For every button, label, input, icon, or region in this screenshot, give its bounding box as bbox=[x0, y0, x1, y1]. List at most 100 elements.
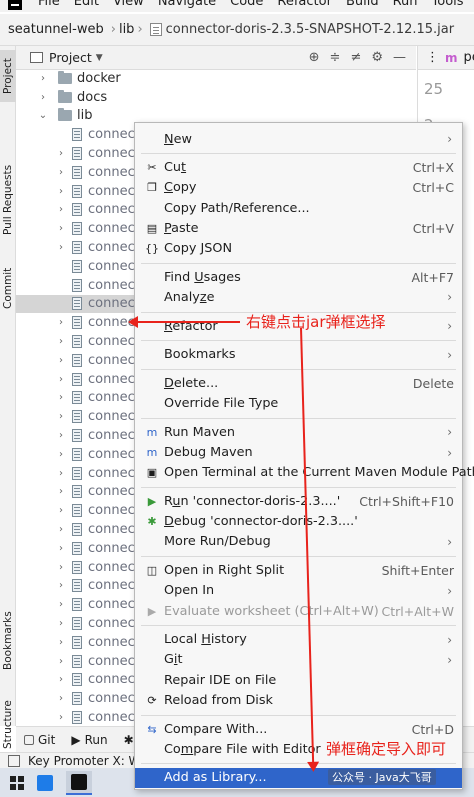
editor-tab[interactable]: ⋮ m pe bbox=[418, 46, 474, 70]
chevron-right-icon[interactable]: › bbox=[56, 618, 66, 629]
menu-item-open-terminal[interactable]: ▣ Open Terminal at the Current Maven Modu… bbox=[135, 463, 474, 483]
menu-item-analyze[interactable]: Analyze › bbox=[135, 287, 462, 307]
breadcrumb-folder[interactable]: lib bbox=[119, 22, 134, 37]
tree-label: connec bbox=[88, 578, 135, 594]
menu-item-open-in[interactable]: Open In › bbox=[135, 581, 462, 601]
menu-build[interactable]: Build bbox=[346, 0, 379, 9]
windows-start-icon[interactable] bbox=[10, 775, 24, 790]
chevron-right-icon[interactable]: › bbox=[56, 712, 66, 723]
taskbar-intellij-button[interactable] bbox=[66, 770, 92, 795]
menu-edit[interactable]: Edit bbox=[74, 0, 99, 9]
main-menu: File Edit View Navigate Code Refactor Build Run… bbox=[38, 0, 474, 9]
feishu-icon bbox=[37, 774, 53, 791]
chevron-right-icon[interactable]: › bbox=[56, 656, 66, 667]
chevron-right-icon[interactable]: › bbox=[56, 449, 66, 460]
menu-item-run-maven[interactable]: m Run Maven › bbox=[135, 422, 462, 442]
chevron-right-icon[interactable]: › bbox=[56, 242, 66, 253]
chevron-right-icon[interactable]: › bbox=[56, 524, 66, 535]
menu-item-debug[interactable]: ✱ Debug 'connector-doris-2.3....' bbox=[135, 512, 462, 532]
menu-tools[interactable]: Tools bbox=[432, 0, 464, 9]
gear-icon[interactable]: ⚙ bbox=[371, 50, 383, 65]
tree-label: connec bbox=[88, 559, 135, 575]
chevron-right-icon[interactable]: › bbox=[56, 637, 66, 648]
menu-item-compare-with[interactable]: ⇆ Compare With... Ctrl+D bbox=[135, 719, 462, 739]
chevron-right-icon[interactable]: › bbox=[56, 505, 66, 516]
menu-item-debug-maven[interactable]: m Debug Maven › bbox=[135, 443, 462, 463]
menu-item-copy-json[interactable]: {} Copy JSON bbox=[135, 239, 462, 259]
tool-window-structure[interactable]: Structure bbox=[0, 696, 16, 754]
chevron-right-icon[interactable]: › bbox=[56, 355, 66, 366]
menu-code[interactable]: Code bbox=[230, 0, 263, 9]
chevron-right-icon[interactable]: › bbox=[56, 411, 66, 422]
chevron-right-icon[interactable]: › bbox=[56, 148, 66, 159]
menu-item-find-usages[interactable]: Find Usages Alt+F7 bbox=[135, 267, 462, 287]
collapse-all-icon[interactable]: ≠ bbox=[350, 50, 361, 65]
chevron-right-icon[interactable]: › bbox=[56, 186, 66, 197]
menu-refactor[interactable]: Refactor bbox=[277, 0, 332, 9]
chevron-right-icon[interactable]: › bbox=[56, 468, 66, 479]
chevron-right-icon[interactable]: › bbox=[56, 374, 66, 385]
menu-separator bbox=[141, 340, 456, 342]
tree-folder-docker[interactable]: › docker bbox=[16, 70, 416, 88]
chevron-right-icon[interactable]: › bbox=[56, 693, 66, 704]
menu-item-copy-path[interactable]: Copy Path/Reference... bbox=[135, 198, 462, 218]
menu-item-local-history[interactable]: Local History › bbox=[135, 630, 462, 650]
menu-item-open-right-split[interactable]: ◫ Open in Right Split Shift+Enter bbox=[135, 561, 462, 581]
taskbar-app-button[interactable] bbox=[32, 771, 58, 795]
chevron-right-icon[interactable]: › bbox=[56, 674, 66, 685]
tool-window-run[interactable]: ▶ Run bbox=[71, 733, 107, 747]
tool-window-project[interactable]: Project bbox=[0, 50, 16, 102]
chevron-right-icon[interactable]: › bbox=[56, 562, 66, 573]
menu-run[interactable]: Run bbox=[393, 0, 418, 9]
tree-label: connec bbox=[88, 127, 135, 143]
locate-icon[interactable]: ⊕ bbox=[309, 50, 320, 65]
chevron-right-icon[interactable]: › bbox=[56, 580, 66, 591]
menu-item-bookmarks[interactable]: Bookmarks › bbox=[135, 345, 462, 365]
chevron-right-icon[interactable]: › bbox=[56, 543, 66, 554]
chevron-right-icon[interactable]: › bbox=[56, 317, 66, 328]
jar-file-icon bbox=[72, 635, 82, 649]
chevron-right-icon[interactable]: › bbox=[56, 167, 66, 178]
chevron-right-icon[interactable]: › bbox=[56, 223, 66, 234]
chevron-right-icon[interactable]: › bbox=[38, 73, 48, 84]
breadcrumb-file[interactable]: connector-doris-2.3.5-SNAPSHOT-2.12.15.j… bbox=[166, 22, 454, 37]
tool-window-git[interactable]: Git bbox=[24, 733, 55, 747]
scissors-icon: ✂ bbox=[147, 161, 157, 175]
menu-item-run[interactable]: ▶ Run 'connector-doris-2.3....' Ctrl+Shift… bbox=[135, 492, 462, 512]
chevron-right-icon[interactable]: › bbox=[56, 336, 66, 347]
project-panel-title[interactable]: Project bbox=[49, 50, 92, 65]
chevron-right-icon[interactable]: › bbox=[56, 599, 66, 610]
menu-item-more-run[interactable]: More Run/Debug › bbox=[135, 532, 462, 552]
chevron-right-icon[interactable]: › bbox=[56, 486, 66, 497]
tool-window-commit[interactable]: Commit bbox=[0, 264, 16, 312]
menu-item-paste[interactable]: ▤ Paste Ctrl+V bbox=[135, 218, 462, 238]
breadcrumb-project[interactable]: seatunnel-web bbox=[0, 22, 108, 37]
menu-item-override[interactable]: Override File Type bbox=[135, 394, 462, 414]
menu-item-label: Cut bbox=[164, 160, 187, 176]
menu-item-git[interactable]: Git › bbox=[135, 650, 462, 670]
tree-label: connec bbox=[88, 540, 135, 556]
tree-folder-docs[interactable]: › docs bbox=[16, 88, 416, 107]
menu-navigate[interactable]: Navigate bbox=[158, 0, 216, 9]
menu-item-repair-ide[interactable]: Repair IDE on File bbox=[135, 670, 462, 690]
chevron-right-icon[interactable]: › bbox=[38, 92, 48, 103]
menu-item-cut[interactable]: ✂ Cut Ctrl+X bbox=[135, 158, 462, 178]
menu-item-copy[interactable]: ❐ Copy Ctrl+C bbox=[135, 178, 462, 198]
menu-item-new[interactable]: New › bbox=[135, 129, 462, 149]
tool-window-pull-requests[interactable]: Pull Requests bbox=[0, 164, 16, 236]
expand-all-icon[interactable]: ≑ bbox=[330, 50, 341, 65]
status-toggle-icon[interactable] bbox=[8, 754, 20, 767]
tool-window-bookmarks[interactable]: Bookmarks bbox=[0, 611, 16, 671]
menu-file[interactable]: File bbox=[38, 0, 60, 9]
chevron-right-icon[interactable]: › bbox=[56, 430, 66, 441]
menu-item-delete[interactable]: Delete... Delete bbox=[135, 374, 462, 394]
chevron-right-icon[interactable]: › bbox=[56, 392, 66, 403]
minimize-icon[interactable]: — bbox=[393, 50, 406, 65]
gear-icon[interactable]: ✱ bbox=[124, 733, 134, 747]
menu-view[interactable]: View bbox=[113, 0, 144, 9]
chevron-right-icon[interactable]: › bbox=[56, 204, 66, 215]
menu-item-label: Compare File with Editor bbox=[164, 741, 321, 757]
menu-item-reload-disk[interactable]: ⟳ Reload from Disk bbox=[135, 690, 462, 710]
chevron-down-icon[interactable]: ▼ bbox=[96, 53, 103, 63]
chevron-down-icon[interactable]: ⌄ bbox=[38, 110, 48, 121]
